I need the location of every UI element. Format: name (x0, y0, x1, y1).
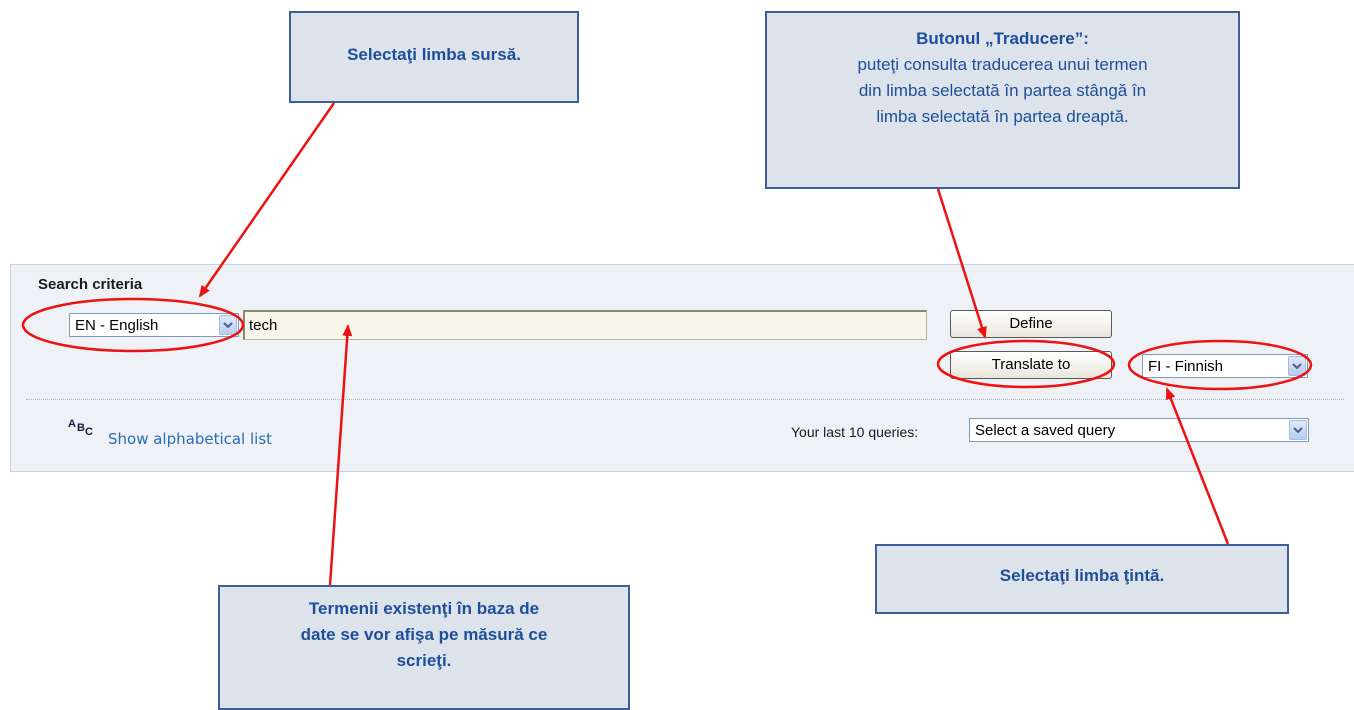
define-button[interactable]: Define (950, 310, 1112, 338)
callout-terms-line: date se vor afişa pe măsură ce (300, 625, 548, 644)
chevron-down-icon[interactable] (1289, 420, 1307, 440)
target-language-select[interactable]: FI - Finnish (1142, 354, 1308, 378)
chevron-down-icon[interactable] (1288, 356, 1306, 376)
saved-query-value: Select a saved query (975, 422, 1116, 439)
callout-target-language-text: Selectaţi limba ţintă. (999, 566, 1165, 585)
callout-translate-button: Butonul „Traducere”: puteţi consulta tra… (765, 11, 1240, 189)
search-criteria-title: Search criteria (38, 276, 143, 293)
callout-translate-line: limba selectată în partea dreaptă. (876, 107, 1129, 126)
callout-terms-line: Termenii existenţi în baza de (308, 599, 540, 618)
callout-source-language: Selectaţi limba sursă. (289, 11, 579, 103)
translate-to-button[interactable]: Translate to (950, 351, 1112, 379)
source-language-value: EN - English (75, 317, 159, 334)
target-language-value: FI - Finnish (1148, 358, 1224, 375)
show-alphabetical-list-link[interactable]: Show alphabetical list (108, 430, 272, 448)
chevron-down-icon[interactable] (219, 315, 237, 335)
callout-target-language: Selectaţi limba ţintă. (875, 544, 1289, 614)
callout-translate-line: din limba selectată în partea stângă în (858, 81, 1147, 100)
abc-icon-letter: ABC (68, 418, 93, 438)
callout-terms-line: scrieţi. (396, 651, 452, 670)
search-criteria-panel: Search criteria EN - English Define Tran… (10, 264, 1354, 472)
callout-source-language-text: Selectaţi limba sursă. (347, 45, 521, 64)
callout-existing-terms: Termenii existenţi în baza de date se vo… (218, 585, 630, 710)
panel-divider (26, 399, 1344, 400)
abc-icon: ABC (68, 418, 93, 438)
saved-query-select[interactable]: Select a saved query (969, 418, 1309, 442)
last-queries-label: Your last 10 queries: (791, 424, 919, 440)
search-term-input[interactable] (243, 310, 927, 340)
callout-translate-title: Butonul „Traducere”: (916, 29, 1089, 48)
callout-translate-line: puteţi consulta traducerea unui termen (857, 55, 1148, 74)
source-language-select[interactable]: EN - English (69, 313, 239, 337)
